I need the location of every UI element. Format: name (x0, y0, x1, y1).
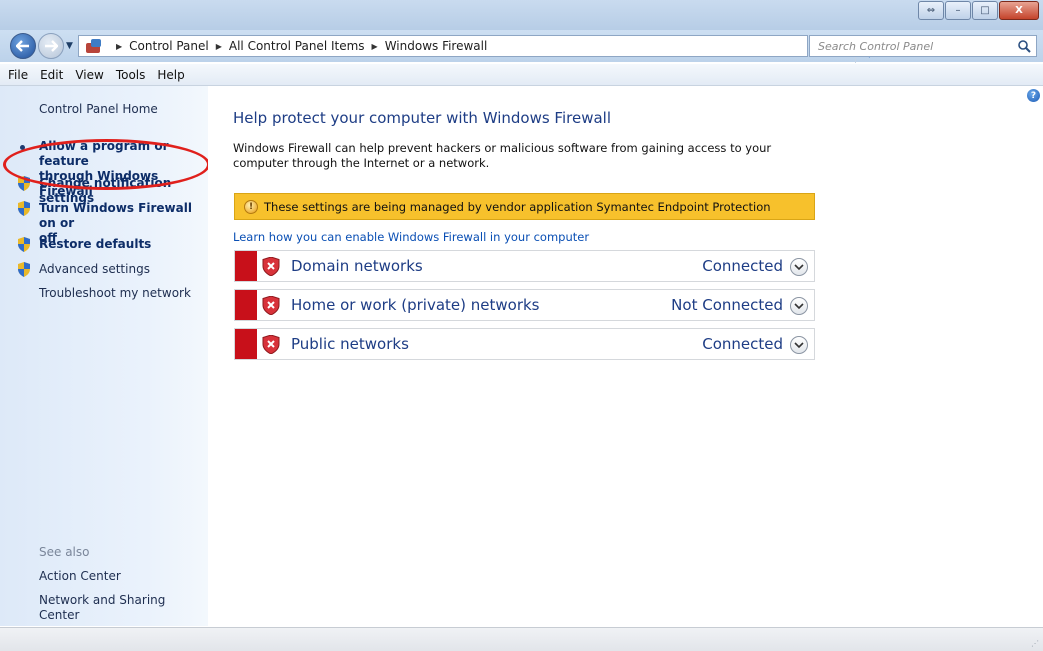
network-row-public[interactable]: Public networks Connected (234, 328, 815, 360)
title-bar: ⇔ – □ X (0, 0, 1043, 30)
expand-chevron-icon[interactable] (790, 336, 808, 354)
minimize-button[interactable]: – (945, 1, 971, 20)
page-title: Help protect your computer with Windows … (233, 109, 611, 127)
menu-tools[interactable]: Tools (110, 66, 152, 84)
troubleshoot-network-link[interactable]: Troubleshoot my network (39, 286, 191, 301)
snap-button[interactable]: ⇔ (918, 1, 944, 20)
breadcrumb-all-items[interactable]: All Control Panel Items (229, 39, 365, 53)
control-panel-home-link[interactable]: Control Panel Home (39, 102, 158, 117)
firewall-off-shield-icon (262, 335, 280, 354)
status-bar: ⋰ (0, 627, 1043, 651)
maximize-button[interactable]: □ (972, 1, 998, 20)
bullet-icon (20, 145, 25, 150)
see-also-heading: See also (39, 545, 90, 559)
network-status: Connected (702, 257, 783, 275)
managed-by-vendor-banner: ! These settings are being managed by ve… (234, 193, 815, 220)
status-color-bar (235, 329, 257, 359)
network-name: Domain networks (291, 257, 423, 275)
breadcrumb-control-panel[interactable]: Control Panel (129, 39, 209, 53)
chevron-right-icon[interactable]: ▶ (216, 42, 222, 51)
page-description: Windows Firewall can help prevent hacker… (233, 141, 772, 170)
breadcrumb-windows-firewall[interactable]: Windows Firewall (385, 39, 488, 53)
uac-shield-icon (18, 201, 30, 216)
menu-file[interactable]: File (2, 66, 34, 84)
arrow-left-icon (16, 40, 29, 52)
firewall-off-shield-icon (262, 296, 280, 315)
uac-shield-icon (18, 262, 30, 277)
allow-program-link-line1: Allow a program or feature (39, 139, 169, 168)
status-color-bar (235, 251, 257, 281)
restore-defaults-link[interactable]: Restore defaults (39, 237, 151, 252)
left-task-pane: Control Panel Home Allow a program or fe… (0, 86, 210, 626)
expand-chevron-icon[interactable] (790, 258, 808, 276)
control-panel-icon (85, 38, 103, 54)
recent-pages-dropdown[interactable]: ▼ (66, 41, 73, 51)
main-content: ? Help protect your computer with Window… (208, 86, 1043, 626)
window-controls: ⇔ – □ X (918, 1, 1039, 20)
network-row-private[interactable]: Home or work (private) networks Not Conn… (234, 289, 815, 321)
expand-chevron-icon[interactable] (790, 297, 808, 315)
firewall-off-shield-icon (262, 257, 280, 276)
network-name: Public networks (291, 335, 409, 353)
banner-text: These settings are being managed by vend… (264, 199, 771, 214)
menu-edit[interactable]: Edit (34, 66, 69, 84)
uac-shield-icon (18, 237, 30, 252)
network-sharing-center-link[interactable]: Network and Sharing Center (39, 593, 208, 623)
action-center-link[interactable]: Action Center (39, 569, 121, 584)
turn-firewall-link-line1: Turn Windows Firewall on or (39, 201, 192, 230)
address-box[interactable]: ▶ Control Panel ▶ All Control Panel Item… (78, 35, 876, 63)
navigation-bar: ▼ ▶ Control Panel ▶ All Control Panel It… (0, 30, 1043, 63)
chevron-right-icon[interactable]: ▶ (116, 42, 122, 51)
menu-view[interactable]: View (69, 66, 109, 84)
network-name: Home or work (private) networks (291, 296, 540, 314)
help-icon[interactable]: ? (1027, 89, 1040, 102)
menu-help[interactable]: Help (151, 66, 190, 84)
chevron-right-icon[interactable]: ▶ (372, 42, 378, 51)
status-color-bar (235, 290, 257, 320)
resize-grip-icon[interactable]: ⋰ (1031, 639, 1039, 648)
advanced-settings-link[interactable]: Advanced settings (39, 262, 150, 277)
learn-enable-firewall-link[interactable]: Learn how you can enable Windows Firewal… (233, 230, 589, 244)
network-status: Connected (702, 335, 783, 353)
uac-shield-icon (18, 176, 30, 191)
network-status: Not Connected (671, 296, 783, 314)
warning-icon: ! (244, 199, 258, 214)
search-icon[interactable] (1017, 39, 1031, 53)
arrow-right-icon (45, 40, 58, 52)
search-box (809, 35, 1037, 57)
search-input[interactable] (810, 36, 1005, 56)
close-button[interactable]: X (999, 1, 1039, 20)
back-button[interactable] (10, 33, 36, 59)
forward-button[interactable] (38, 33, 64, 59)
network-row-domain[interactable]: Domain networks Connected (234, 250, 815, 282)
menu-bar: File Edit View Tools Help (0, 64, 1043, 86)
